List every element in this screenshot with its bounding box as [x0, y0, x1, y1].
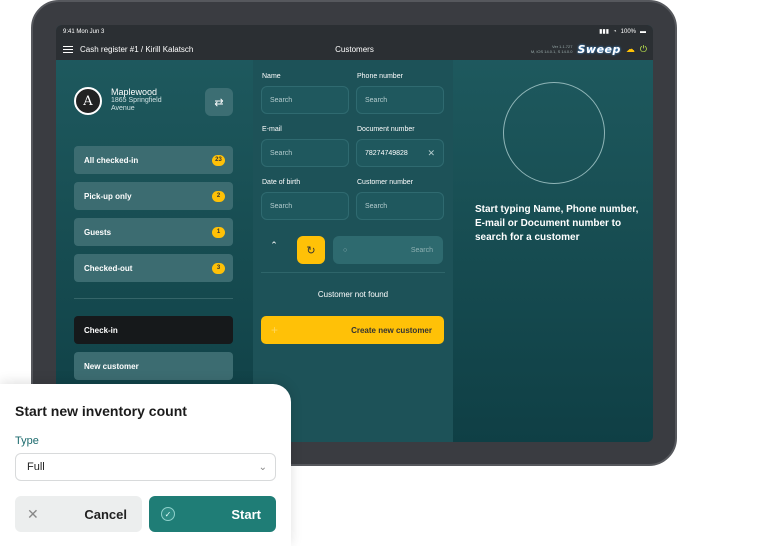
- plus-icon: +: [271, 323, 279, 337]
- phone-input[interactable]: Search: [356, 86, 444, 114]
- dob-label: Date of birth: [262, 179, 301, 186]
- filter-pick-up-only[interactable]: Pick-up only 2: [74, 182, 233, 210]
- type-label: Type: [15, 435, 39, 447]
- customer-number-input[interactable]: Search: [356, 192, 444, 220]
- status-time: 9:41 Mon Jun 3: [63, 28, 105, 35]
- cancel-label: Cancel: [84, 506, 127, 522]
- count-badge: 2: [212, 190, 225, 202]
- brand-logo: Sweep: [577, 42, 621, 56]
- power-icon[interactable]: ⏻: [640, 44, 647, 55]
- search-icon: ○: [343, 246, 348, 254]
- search-hint: Start typing Name, Phone number, E-mail …: [475, 204, 639, 243]
- start-button[interactable]: ✓ Start: [149, 496, 276, 532]
- type-value: Full: [27, 461, 45, 473]
- inventory-count-sheet: Start new inventory count Type Full ⌄ ✕ …: [0, 384, 291, 546]
- swap-icon: ⇄: [214, 96, 224, 109]
- venue-address: 1865 Springfield Avenue: [111, 97, 162, 112]
- new-customer-button[interactable]: New customer: [74, 352, 233, 380]
- create-customer-button[interactable]: + Create new customer: [261, 316, 444, 344]
- placeholder-circle: [503, 82, 605, 184]
- wifi-icon: ◔: [613, 28, 617, 35]
- document-label: Document number: [357, 126, 415, 133]
- divider: [261, 272, 445, 273]
- check-icon: ✓: [161, 507, 175, 521]
- email-input[interactable]: Search: [261, 139, 349, 167]
- venue-info: A Maplewood 1865 Springfield Avenue: [74, 87, 173, 115]
- close-icon: ✕: [27, 505, 39, 522]
- create-customer-label: Create new customer: [351, 325, 432, 335]
- search-panel: Name Search Phone number Search E-mail S…: [253, 60, 453, 442]
- cloud-icon[interactable]: ☁: [626, 44, 635, 55]
- reset-icon: ↻: [306, 244, 316, 257]
- chevron-up-icon[interactable]: ⌃: [267, 238, 281, 252]
- search-button[interactable]: ○ Search: [333, 236, 443, 264]
- signal-icon: ▮▮▮: [599, 29, 610, 35]
- sheet-title: Start new inventory count: [15, 403, 187, 419]
- venue-logo: A: [74, 87, 102, 115]
- count-badge: 23: [212, 154, 225, 166]
- top-bar: Cash register #1 / Kirill Kalatsch Custo…: [56, 38, 653, 60]
- search-button-label: Search: [410, 246, 433, 254]
- switch-venue-button[interactable]: ⇄: [205, 88, 233, 116]
- not-found-message: Customer not found: [317, 290, 389, 299]
- name-label: Name: [262, 73, 281, 80]
- clear-icon[interactable]: ✕: [427, 148, 435, 159]
- document-value: 78274749828: [365, 149, 408, 157]
- count-badge: 3: [212, 262, 225, 274]
- device-text: M, iOS 14.0.1, S 14.0.0: [530, 49, 573, 54]
- phone-label: Phone number: [357, 73, 403, 80]
- filter-checked-out[interactable]: Checked-out 3: [74, 254, 233, 282]
- cancel-button[interactable]: ✕ Cancel: [15, 496, 142, 532]
- filter-guests[interactable]: Guests 1: [74, 218, 233, 246]
- start-label: Start: [231, 506, 261, 522]
- divider: [74, 298, 233, 299]
- type-select[interactable]: Full ⌄: [15, 453, 276, 481]
- document-input[interactable]: 78274749828 ✕: [356, 139, 444, 167]
- chevron-down-icon: ⌄: [258, 461, 267, 473]
- count-badge: 1: [212, 226, 225, 238]
- app-screen: 9:41 Mon Jun 3 ▮▮▮ ◔ 100% ▬ Cash registe…: [56, 25, 653, 442]
- venue-name: Maplewood: [111, 87, 158, 97]
- filter-all-checked-in[interactable]: All checked-in 23: [74, 146, 233, 174]
- dob-input[interactable]: Search: [261, 192, 349, 220]
- battery-icon: ▬: [640, 28, 646, 35]
- status-bar: 9:41 Mon Jun 3 ▮▮▮ ◔ 100% ▬: [56, 25, 653, 38]
- battery-level: 100%: [620, 28, 636, 35]
- check-in-button[interactable]: Check-in: [74, 316, 233, 344]
- details-panel: Start typing Name, Phone number, E-mail …: [453, 60, 653, 442]
- customer-number-label: Customer number: [357, 179, 414, 186]
- name-input[interactable]: Search: [261, 86, 349, 114]
- reset-button[interactable]: ↻: [297, 236, 325, 264]
- email-label: E-mail: [262, 126, 282, 133]
